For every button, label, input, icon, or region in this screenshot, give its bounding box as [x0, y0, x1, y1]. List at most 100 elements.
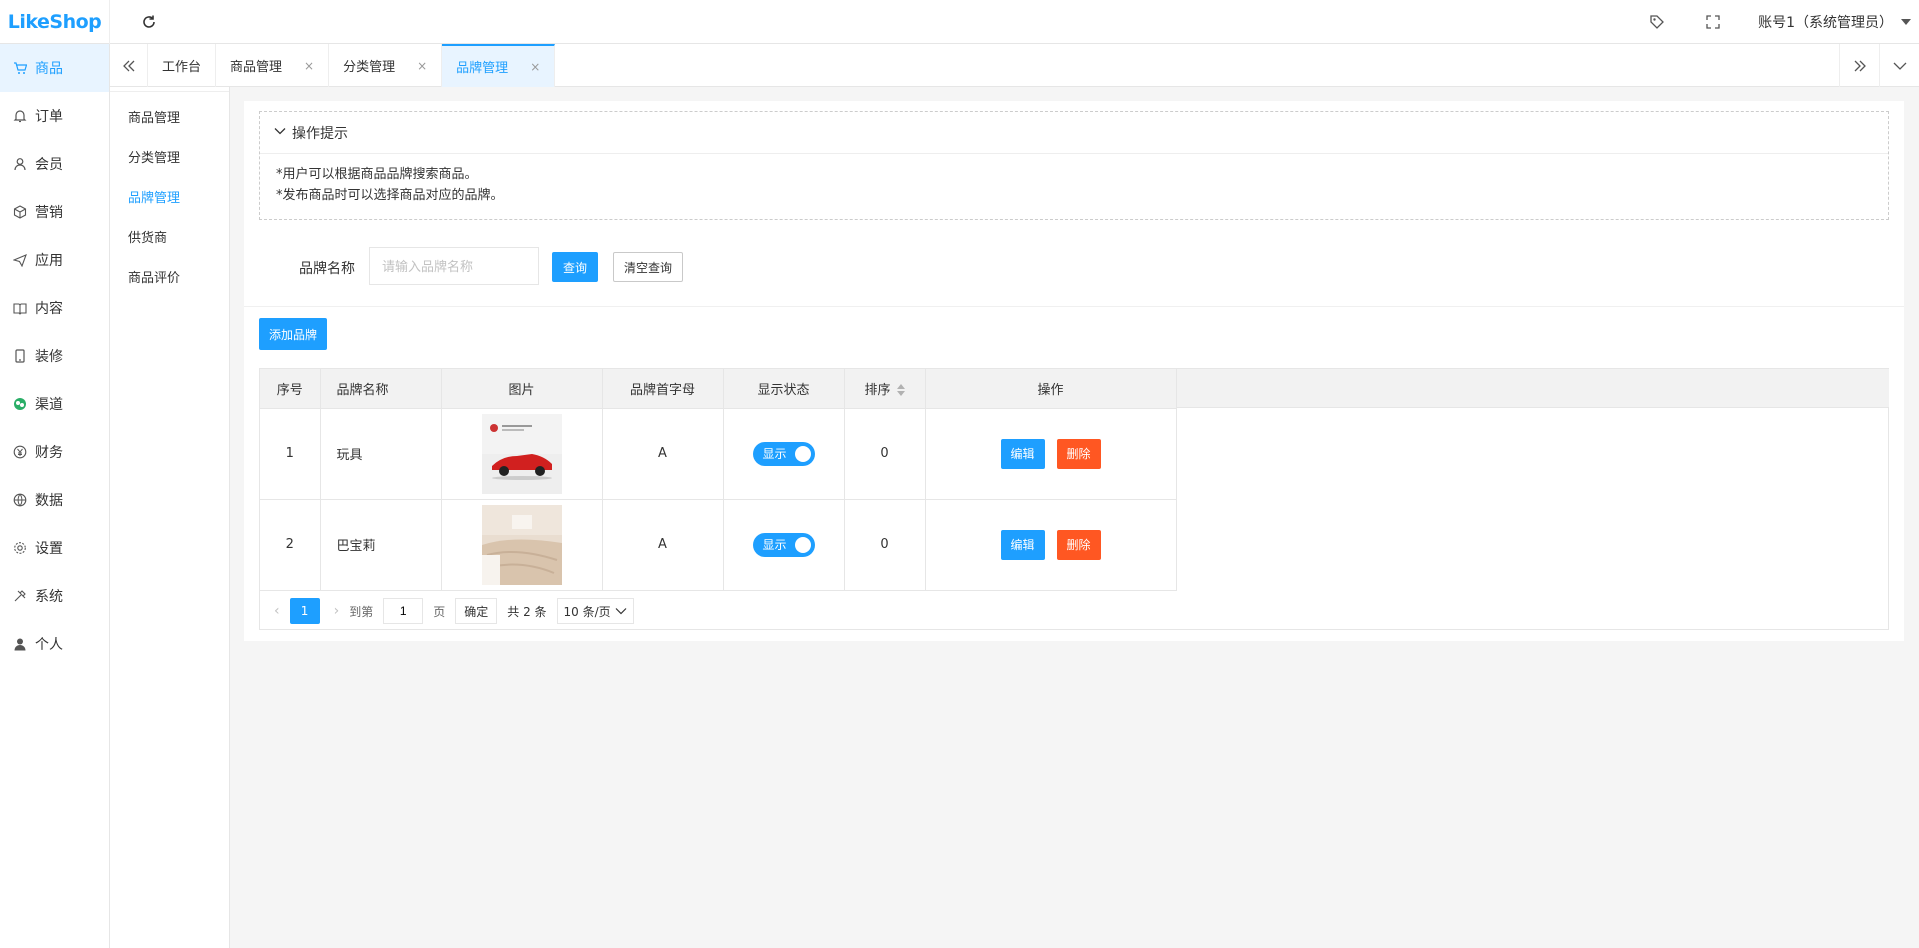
person-icon	[13, 637, 27, 651]
cell-status: 显示	[723, 408, 845, 500]
sidebar-item-label: 数据	[35, 493, 63, 509]
column-header: 图片	[441, 369, 603, 409]
tabs-scroll-left-icon[interactable]	[110, 44, 148, 87]
brand-name-search-input[interactable]	[369, 247, 539, 285]
sidebar-item-label: 财务	[35, 445, 63, 461]
sidebar-item-settings[interactable]: 设置	[0, 524, 109, 572]
tabs-scroll-right-icon[interactable]	[1839, 44, 1879, 87]
page-unit-label: 页	[433, 604, 446, 619]
cell-index: 1	[260, 408, 321, 500]
sidebar-item-finance[interactable]: 财务	[0, 428, 109, 476]
main-sidebar: 商品 订单 会员 营销 应用 内容 装修 渠道 财务 数据 设置 系统 个人	[0, 44, 110, 948]
query-button[interactable]: 查询	[552, 252, 598, 282]
top-bar: LikeShop 账号1（系统管理员）	[0, 0, 1919, 44]
tips-header[interactable]: 操作提示	[260, 112, 1888, 154]
column-header: 序号	[260, 369, 321, 409]
page-size-select[interactable]: 10 条/页	[556, 598, 634, 624]
sidebar-item-goods[interactable]: 商品	[0, 44, 109, 92]
cell-brand-name: 巴宝莉	[320, 499, 442, 591]
sidebar-item-marketing[interactable]: 营销	[0, 188, 109, 236]
sidebar-item-data[interactable]: 数据	[0, 476, 109, 524]
sidebar-item-personal[interactable]: 个人	[0, 620, 109, 668]
table-header-row: 序号 品牌名称 图片 品牌首字母 显示状态 排序 操作	[260, 369, 1177, 409]
search-row: 品牌名称 查询 清空查询	[244, 241, 1904, 307]
cell-image	[441, 408, 603, 500]
edit-button[interactable]: 编辑	[1000, 438, 1045, 469]
tag-icon[interactable]	[1646, 11, 1668, 33]
sidebar-item-label: 营销	[35, 205, 63, 221]
main-content: 操作提示 *用户可以根据商品品牌搜索商品。 *发布商品时可以选择商品对应的品牌。…	[244, 101, 1904, 641]
sidebar-item-orders[interactable]: 订单	[0, 92, 109, 140]
column-header-sortable[interactable]: 排序	[844, 369, 926, 409]
sidebar-item-system[interactable]: 系统	[0, 572, 109, 620]
subnav-item-brand-manage[interactable]: 品牌管理	[110, 176, 229, 216]
cell-actions: 编辑 删除	[925, 408, 1177, 500]
chevron-down-icon[interactable]	[1901, 19, 1911, 25]
fullscreen-icon[interactable]	[1702, 11, 1724, 33]
sidebar-item-label: 渠道	[35, 397, 63, 413]
prev-page-icon[interactable]: ‹	[274, 603, 280, 619]
cart-icon	[13, 61, 27, 75]
cell-status: 显示	[723, 499, 845, 591]
page-number-current[interactable]: 1	[289, 598, 320, 624]
edit-button[interactable]: 编辑	[1000, 529, 1045, 560]
sidebar-item-channels[interactable]: 渠道	[0, 380, 109, 428]
tab-label: 商品管理	[230, 60, 283, 75]
tab-goods-manage[interactable]: 商品管理 ×	[216, 44, 330, 87]
total-count: 共 2 条	[507, 604, 547, 619]
chevron-down-icon	[615, 608, 627, 615]
delete-button[interactable]: 删除	[1056, 438, 1101, 469]
tab-workbench[interactable]: 工作台	[148, 44, 217, 87]
sidebar-item-decor[interactable]: 装修	[0, 332, 109, 380]
tab-brand-manage[interactable]: 品牌管理 ×	[442, 44, 556, 87]
toggle-label: 显示	[762, 538, 787, 552]
column-header: 品牌名称	[320, 369, 442, 409]
table-row: 2 巴宝莉 A 显示 0 编辑 删除	[260, 499, 1177, 591]
tabs-menu-chevron-down-icon[interactable]	[1879, 44, 1919, 87]
globe-icon	[13, 493, 27, 507]
tablet-icon	[13, 349, 27, 363]
close-icon[interactable]: ×	[304, 59, 314, 73]
sidebar-item-label: 装修	[35, 349, 63, 365]
delete-button[interactable]: 删除	[1056, 529, 1101, 560]
sidebar-item-content[interactable]: 内容	[0, 284, 109, 332]
toggle-knob	[794, 445, 811, 462]
tools-icon	[13, 589, 27, 603]
display-status-toggle[interactable]: 显示	[752, 441, 815, 466]
cell-sort: 0	[844, 499, 926, 591]
column-header: 显示状态	[723, 369, 845, 409]
goto-confirm-button[interactable]: 确定	[455, 598, 498, 624]
subnav-item-goods-review[interactable]: 商品评价	[110, 256, 229, 296]
yen-icon	[13, 445, 27, 459]
chevron-down-icon	[274, 125, 286, 141]
subnav-item-category-manage[interactable]: 分类管理	[110, 136, 229, 176]
brand-image-car[interactable]	[481, 413, 562, 494]
next-page-icon[interactable]: ›	[334, 603, 340, 619]
tab-bar-right	[1839, 44, 1919, 87]
account-name[interactable]: 账号1（系统管理员）	[1758, 12, 1893, 32]
pagination: ‹ 1 › 到第 页 确定 共 2 条 10 条/页	[260, 591, 1890, 631]
tab-label: 品牌管理	[456, 61, 509, 76]
cell-sort: 0	[844, 408, 926, 500]
cell-index: 2	[260, 499, 321, 591]
add-brand-button[interactable]: 添加品牌	[259, 318, 327, 350]
subnav-item-supplier[interactable]: 供货商	[110, 216, 229, 256]
brand-image-rug[interactable]	[481, 504, 562, 585]
sidebar-item-members[interactable]: 会员	[0, 140, 109, 188]
bell-icon	[13, 109, 27, 123]
sidebar-item-label: 设置	[35, 541, 63, 557]
gear-icon	[13, 541, 27, 555]
tab-category-manage[interactable]: 分类管理 ×	[329, 44, 443, 87]
refresh-icon[interactable]	[138, 11, 160, 33]
sidebar-item-label: 内容	[35, 301, 63, 317]
column-header: 品牌首字母	[602, 369, 724, 409]
goto-page-input[interactable]	[383, 598, 424, 624]
subnav-item-goods-manage[interactable]: 商品管理	[110, 96, 229, 136]
clear-query-button[interactable]: 清空查询	[613, 252, 683, 282]
logo-container[interactable]: LikeShop	[0, 0, 110, 44]
display-status-toggle[interactable]: 显示	[752, 532, 815, 557]
sort-icon[interactable]	[896, 384, 905, 397]
sidebar-item-apps[interactable]: 应用	[0, 236, 109, 284]
close-icon[interactable]: ×	[417, 59, 427, 73]
close-icon[interactable]: ×	[530, 60, 540, 74]
